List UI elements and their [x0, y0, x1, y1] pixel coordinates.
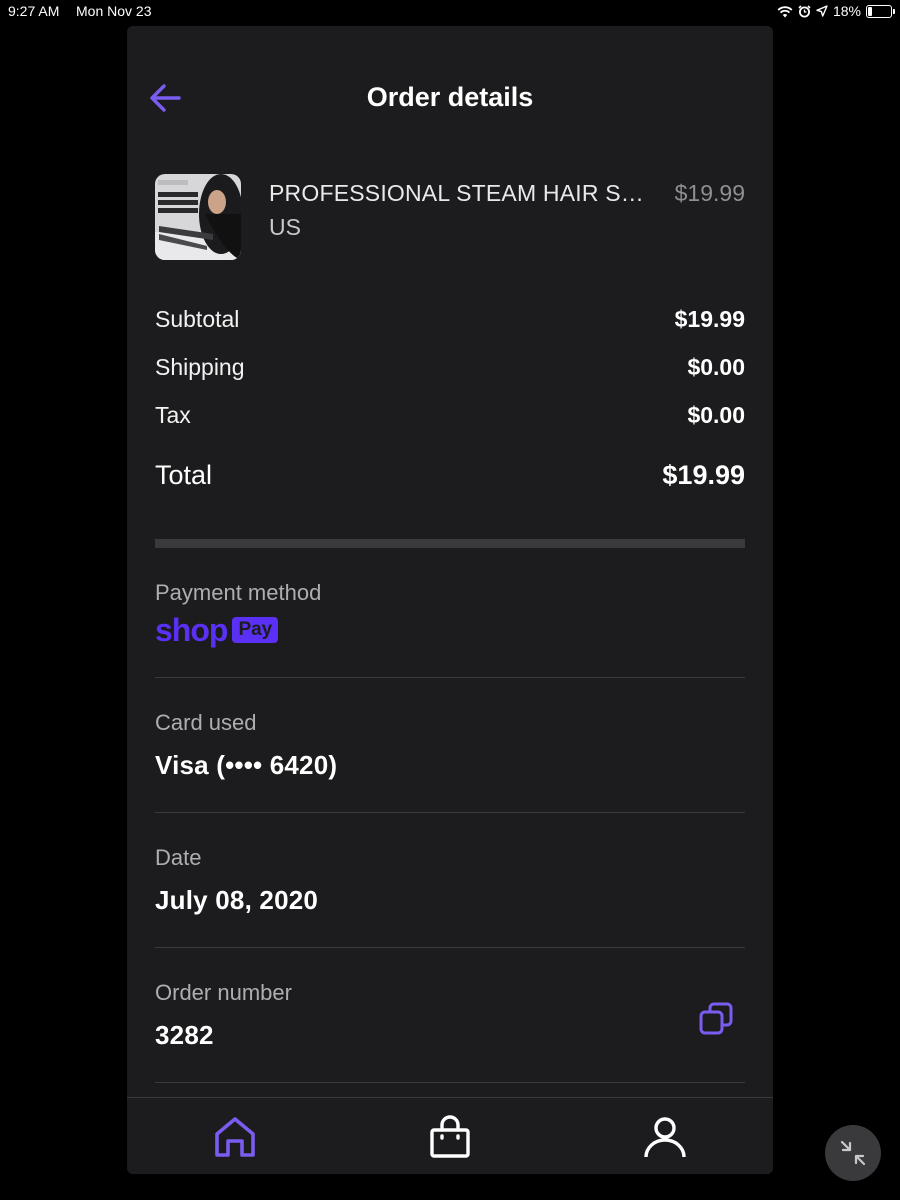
order-number-value: 3282	[155, 1020, 214, 1050]
tab-bar	[127, 1097, 773, 1174]
summary-label: Tax	[155, 402, 191, 428]
product-name: PROFESSIONAL STEAM HAIR STRAIGHTENER	[269, 180, 657, 206]
summary-value: $0.00	[687, 402, 745, 428]
header: Order details	[127, 26, 773, 172]
tab-account[interactable]	[640, 1112, 690, 1162]
divider	[155, 1082, 745, 1083]
minimize-arrows-icon	[840, 1140, 866, 1166]
product-thumbnail	[155, 174, 241, 260]
status-indicators: 18%	[777, 3, 895, 19]
total-label: Total	[155, 460, 213, 490]
status-date: Mon Nov 23	[76, 3, 152, 19]
alarm-icon	[798, 4, 811, 17]
card-used-label: Card used	[155, 710, 257, 735]
tab-home[interactable]	[210, 1112, 260, 1162]
location-arrow-icon	[816, 5, 828, 17]
copy-order-number-button[interactable]	[697, 1000, 737, 1040]
divider	[155, 947, 745, 948]
battery-level	[868, 6, 872, 16]
product-price: $19.99	[674, 180, 745, 206]
battery-percent: 18%	[832, 3, 861, 19]
date-label: Date	[155, 845, 202, 870]
summary-row-subtotal: Subtotal $19.99	[155, 302, 745, 350]
minimize-button[interactable]	[825, 1125, 881, 1181]
payment-method-label: Payment method	[155, 580, 322, 605]
divider	[155, 812, 745, 813]
shopping-bag-icon	[430, 1115, 470, 1158]
order-number-label: Order number	[155, 980, 292, 1005]
order-details-screen: Order details PROFESSIONAL STEAM HAIR ST…	[127, 26, 773, 1174]
product-variant: US	[269, 214, 301, 240]
summary-label: Shipping	[155, 354, 245, 380]
payment-method-section: Payment method shop Pay	[155, 580, 745, 646]
wifi-icon	[777, 5, 793, 17]
shop-pay-badge: Pay	[232, 617, 279, 643]
date-section: Date July 08, 2020	[155, 845, 745, 916]
date-value: July 08, 2020	[155, 885, 319, 915]
tab-orders[interactable]	[425, 1112, 475, 1162]
page-title: Order details	[366, 82, 534, 112]
order-number-section: Order number 3282	[155, 980, 745, 1051]
divider	[155, 677, 745, 678]
product-item[interactable]: PROFESSIONAL STEAM HAIR STRAIGHTENER $19…	[155, 174, 745, 262]
battery-icon	[866, 4, 895, 18]
summary-row-shipping: Shipping $0.00	[155, 350, 745, 398]
total-value: $19.99	[662, 460, 745, 490]
shop-pay-wordmark: shop	[155, 612, 228, 648]
user-icon	[644, 1117, 686, 1158]
card-used-section: Card used Visa (•••• 6420)	[155, 710, 745, 781]
summary-value: $19.99	[674, 306, 745, 332]
section-divider	[155, 539, 745, 548]
summary-row-tax: Tax $0.00	[155, 398, 745, 446]
status-bar: 9:27 AM Mon Nov 23 18%	[0, 0, 900, 24]
shop-pay-logo: shop Pay	[155, 614, 745, 646]
home-icon	[215, 1117, 255, 1157]
summary-label: Subtotal	[155, 306, 240, 332]
card-used-value: Visa (•••• 6420)	[155, 750, 338, 780]
price-summary: Subtotal $19.99 Shipping $0.00 Tax $0.00…	[155, 302, 745, 516]
summary-value: $0.00	[687, 354, 745, 380]
summary-row-total: Total $19.99	[155, 460, 745, 516]
status-time: 9:27 AM	[8, 3, 60, 19]
copy-icon	[699, 1002, 733, 1035]
